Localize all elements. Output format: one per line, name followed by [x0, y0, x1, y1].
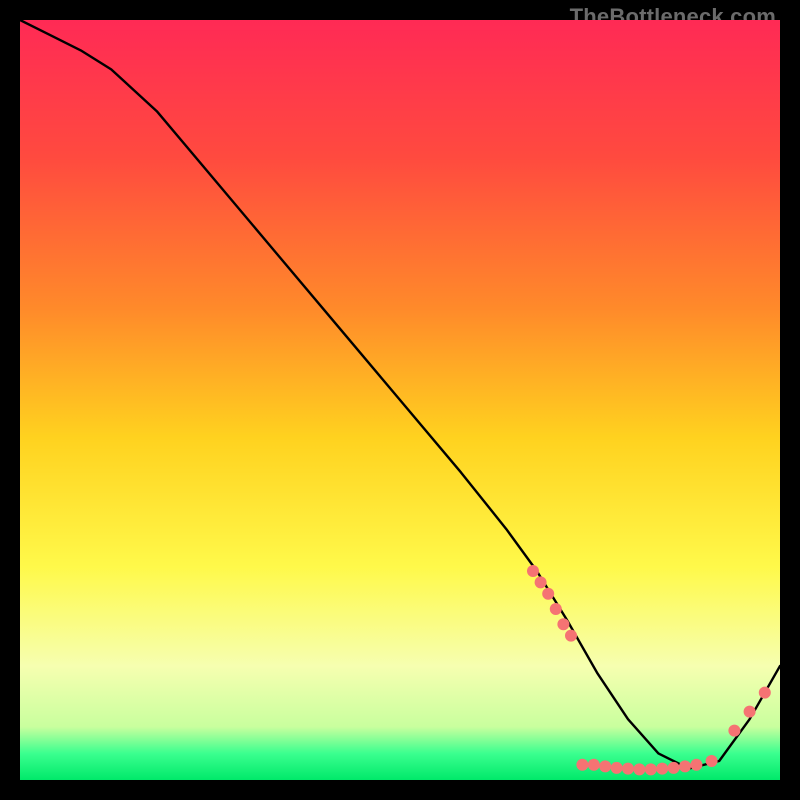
curve-marker: [599, 760, 611, 772]
curve-marker: [565, 630, 577, 642]
curve-marker: [588, 759, 600, 771]
bottleneck-chart: [20, 20, 780, 780]
curve-marker: [557, 618, 569, 630]
curve-marker: [622, 763, 634, 775]
curve-marker: [542, 588, 554, 600]
curve-marker: [744, 706, 756, 718]
curve-marker: [690, 759, 702, 771]
curve-marker: [550, 603, 562, 615]
curve-marker: [656, 763, 668, 775]
curve-marker: [611, 762, 623, 774]
curve-marker: [527, 565, 539, 577]
curve-marker: [576, 759, 588, 771]
chart-frame: TheBottleneck.com: [0, 0, 800, 800]
curve-marker: [535, 576, 547, 588]
curve-marker: [645, 763, 657, 775]
curve-marker: [728, 725, 740, 737]
curve-marker: [759, 687, 771, 699]
curve-marker: [679, 760, 691, 772]
curve-marker: [668, 762, 680, 774]
curve-marker: [706, 755, 718, 767]
curve-marker: [633, 763, 645, 775]
